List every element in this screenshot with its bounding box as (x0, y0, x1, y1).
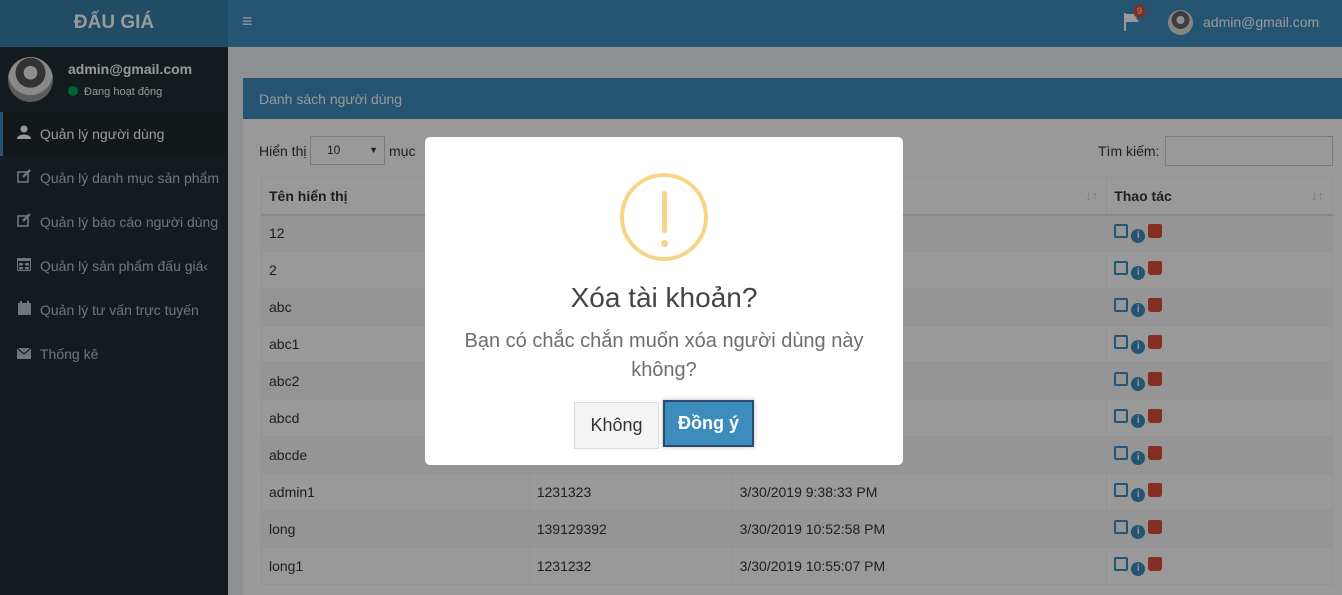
dialog-title: Xóa tài khoản? (570, 282, 758, 313)
warning-icon (620, 173, 708, 261)
confirm-delete-dialog: Xóa tài khoản? Bạn có chắc chắn muốn xóa… (425, 137, 903, 465)
warning-icon-bar (662, 191, 667, 233)
warning-icon-dot (661, 240, 668, 247)
confirm-button[interactable]: Đồng ý (663, 400, 754, 447)
dialog-message: Bạn có chắc chắn muốn xóa người dùng này… (464, 330, 864, 381)
cancel-button[interactable]: Không (574, 402, 659, 449)
